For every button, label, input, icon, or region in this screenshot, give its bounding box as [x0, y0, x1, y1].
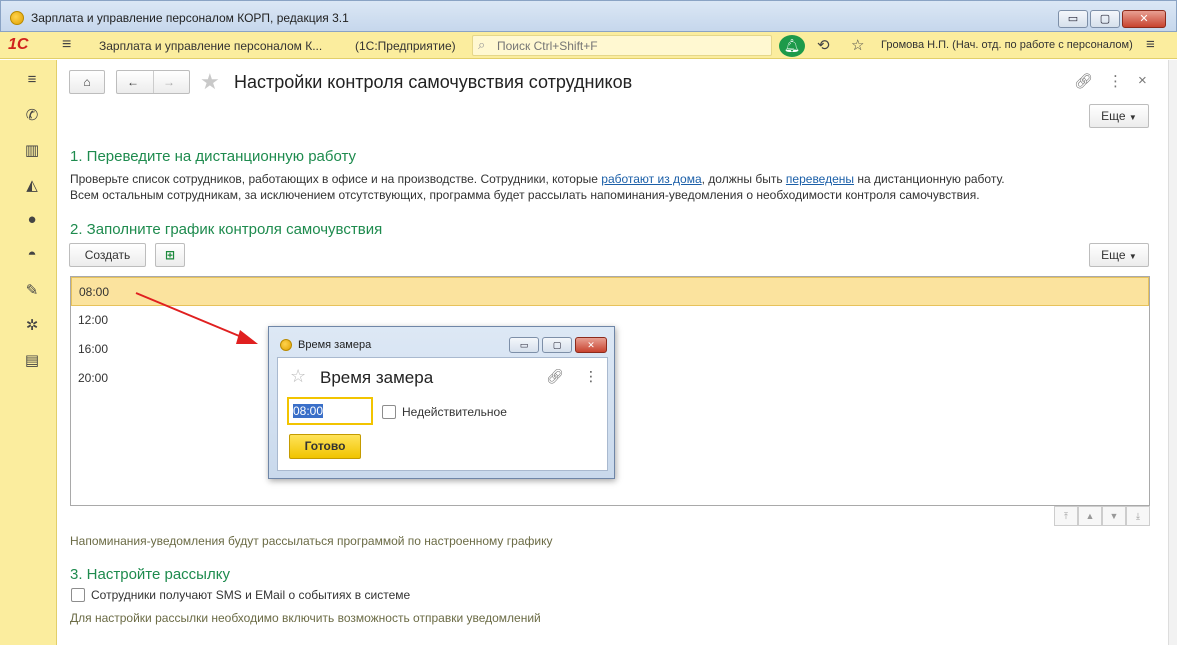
time-input[interactable]: 08:00 — [287, 397, 373, 425]
dialog-maximize-button[interactable]: ▢ — [542, 337, 572, 353]
dialog-window-title: Время замера — [298, 339, 372, 351]
dialog-star-icon[interactable]: ☆ — [290, 366, 306, 387]
invalid-checkbox[interactable] — [382, 405, 396, 419]
invalid-checkbox-label[interactable]: Недействительное — [402, 405, 507, 419]
time-input-value: 08:00 — [293, 404, 324, 418]
link-icon[interactable]: 🔗︎ — [546, 368, 564, 385]
arrow-shaft — [135, 292, 245, 339]
dialog-body: ☆ Время замера 🔗︎ ⋮ 08:00 Недействительн… — [277, 357, 608, 471]
arrow-head — [236, 330, 258, 344]
dialog-close-button[interactable]: ✕ — [575, 337, 607, 353]
measurement-time-dialog: Время замера ▭ ▢ ✕ ☆ Время замера 🔗︎ ⋮ 0… — [268, 326, 615, 479]
more-vertical-icon[interactable]: ⋮ — [584, 368, 598, 385]
dialog-app-icon — [280, 339, 292, 351]
annotation-arrow — [135, 292, 258, 344]
dialog-title: Время замера — [320, 368, 434, 387]
dialog-minimize-button[interactable]: ▭ — [509, 337, 539, 353]
done-button[interactable]: Готово — [289, 434, 361, 459]
